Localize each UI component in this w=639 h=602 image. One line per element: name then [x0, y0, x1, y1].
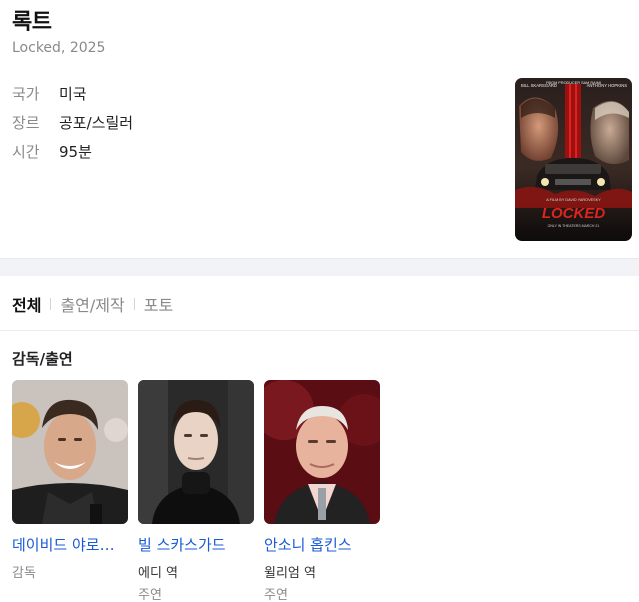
poster-title-text: LOCKED [542, 205, 606, 222]
cast-card-actor-1[interactable]: 빌 스카스가드 에디 역 주연 [138, 380, 254, 602]
info-row-genre: 장르 공포/스릴러 [12, 108, 133, 137]
movie-info-list: 국가 미국 장르 공포/스릴러 시간 95분 [12, 79, 133, 166]
tab-separator [133, 298, 135, 310]
actor-portrait-image [138, 380, 254, 524]
page-title: 록트 [12, 10, 52, 35]
person-role: 에디 역 [138, 566, 179, 581]
person-role: 윌리엄 역 [264, 566, 316, 581]
poster-image: BILL SKARSGÅRD FROM PRODUCER SAM RAIMI A… [515, 78, 632, 241]
info-row-country: 국가 미국 [12, 79, 133, 108]
cast-card-actor-2[interactable]: 안소니 홉킨스 윌리엄 역 주연 [264, 380, 380, 602]
info-row-runtime: 시간 95분 [12, 137, 133, 166]
person-name-link[interactable]: 빌 스카스가드 [138, 534, 254, 555]
cast-card-director[interactable]: 데이비드 야로베스키 감독 [12, 380, 128, 602]
person-name-link[interactable]: 안소니 홉킨스 [264, 534, 380, 555]
person-credit-type: 주연 [138, 588, 162, 602]
cast-list: 데이비드 야로베스키 감독 빌 스카스가드 에디 역 주연 [12, 380, 380, 602]
cast-section-title: 감독/출연 [12, 350, 73, 368]
poster-credit-right: ANTHONY HOPKINS [587, 83, 628, 88]
movie-poster[interactable]: BILL SKARSGÅRD FROM PRODUCER SAM RAIMI A… [515, 78, 632, 241]
actor-portrait-image [264, 380, 380, 524]
tabs-divider [0, 330, 639, 331]
poster-tagline: ONLY IN THEATERS MARCH 21 [548, 224, 600, 228]
section-divider [0, 258, 639, 276]
info-value: 미국 [59, 85, 87, 103]
movie-info-panel: 록트 Locked, 2025 국가 미국 장르 공포/스릴러 시간 95분 B… [0, 0, 639, 258]
tab-photos[interactable]: 포토 [144, 292, 173, 316]
info-value: 95분 [59, 143, 92, 161]
info-key: 국가 [12, 85, 40, 103]
poster-director-line: A FILM BY DAVID YAROVESKY [546, 198, 601, 202]
info-value: 공포/스릴러 [59, 114, 134, 132]
person-name-link[interactable]: 데이비드 야로베스키 [12, 534, 128, 555]
tab-separator [50, 298, 52, 310]
director-portrait-image [12, 380, 128, 524]
person-credit-type: 주연 [264, 588, 288, 602]
tab-all[interactable]: 전체 [12, 292, 41, 316]
content-tabs: 전체 출연/제작 포토 [12, 292, 173, 316]
info-key: 시간 [12, 143, 40, 161]
tab-cast-crew[interactable]: 출연/제작 [60, 292, 124, 316]
movie-original-title-year: Locked, 2025 [12, 40, 106, 56]
person-photo[interactable] [138, 380, 254, 524]
person-role: 감독 [12, 566, 36, 581]
person-photo[interactable] [12, 380, 128, 524]
person-photo[interactable] [264, 380, 380, 524]
info-key: 장르 [12, 114, 40, 132]
